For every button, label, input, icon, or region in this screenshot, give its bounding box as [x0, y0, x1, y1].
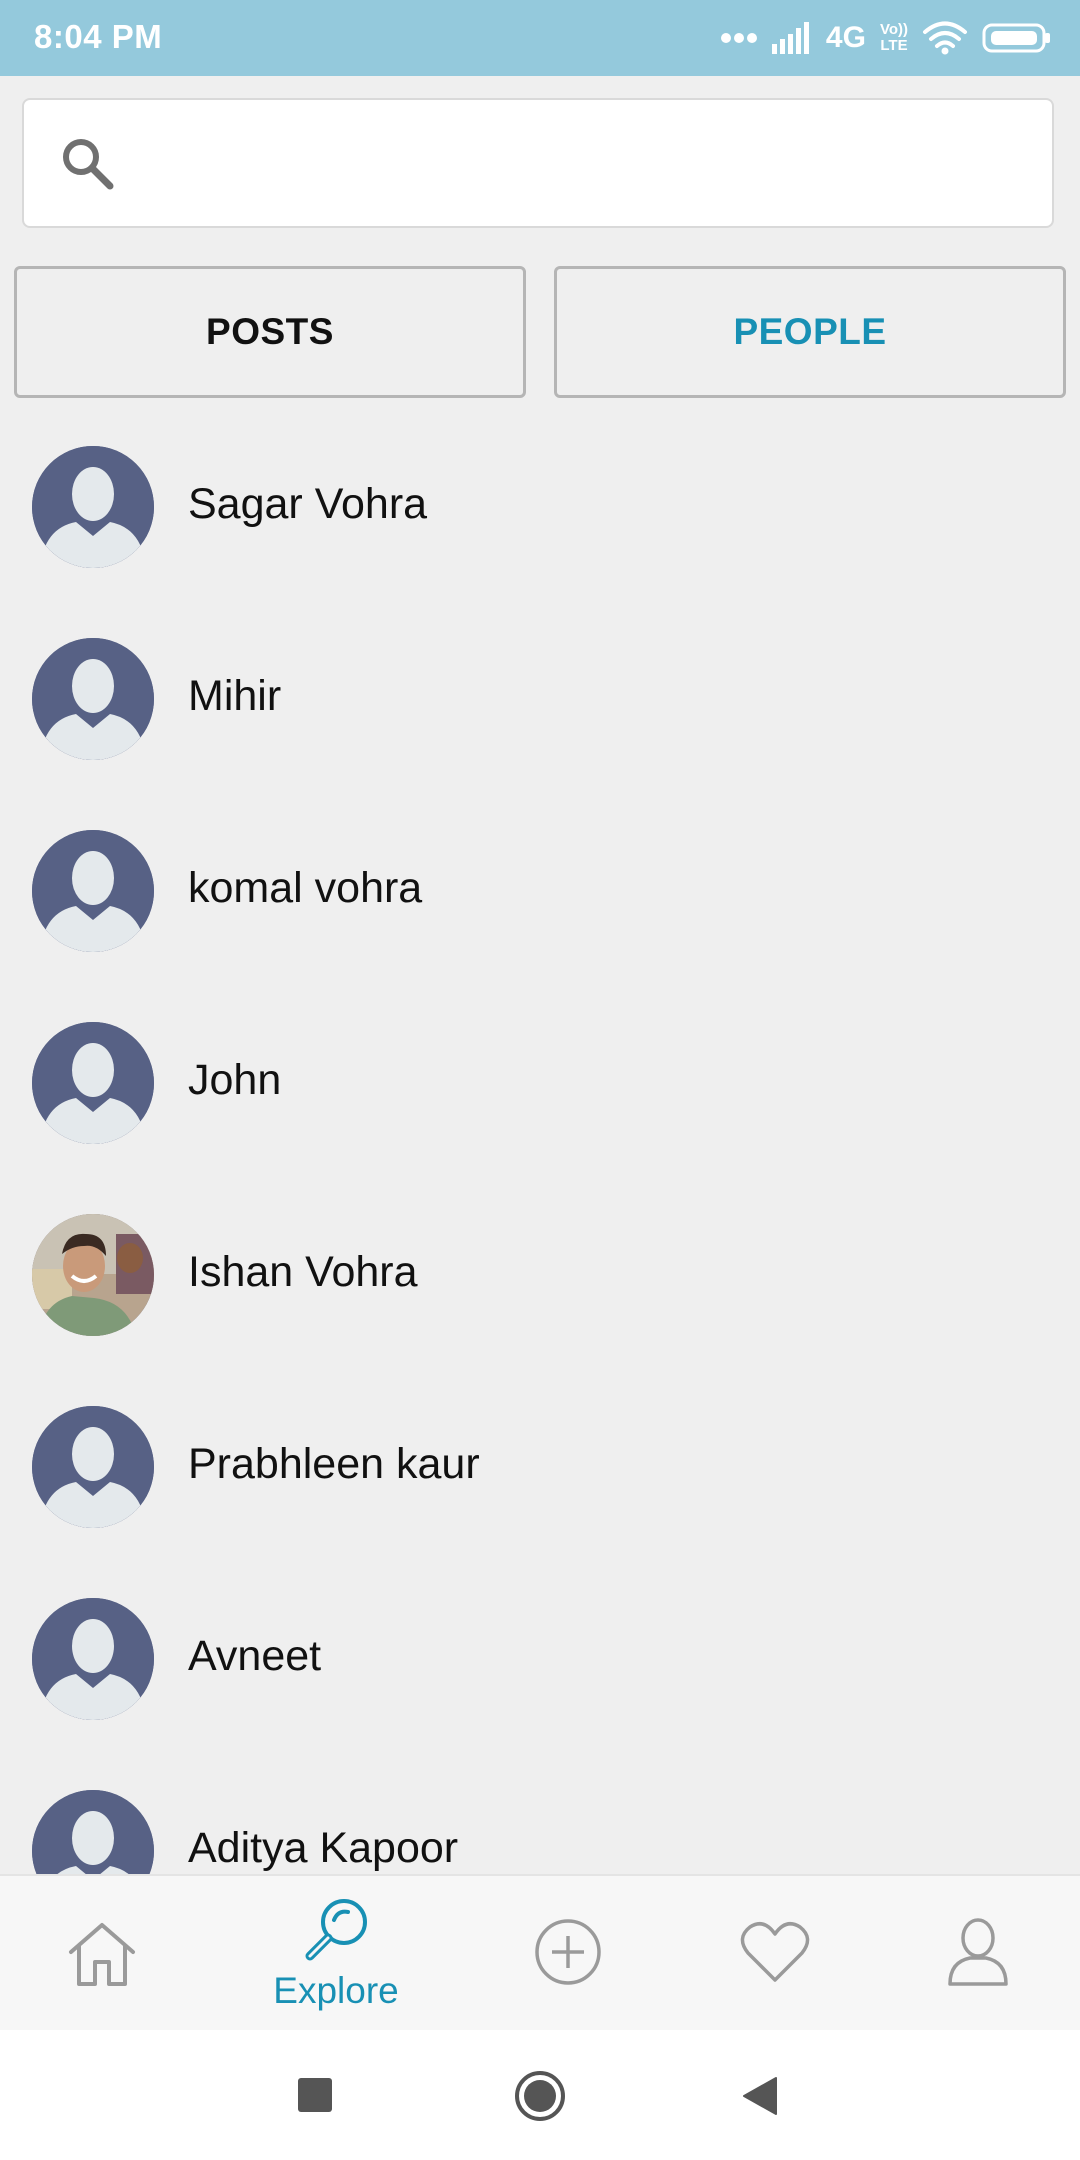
volte-line1: Vo)) [879, 21, 908, 38]
list-item[interactable]: Prabhleen kaur [0, 1376, 1080, 1568]
more-dots-icon [720, 32, 758, 44]
tab-people[interactable]: PEOPLE [554, 266, 1066, 398]
search-input[interactable] [144, 120, 1028, 210]
person-name: Aditya Kapoor [188, 1824, 459, 1872]
nav-add[interactable] [466, 1876, 670, 2030]
bottom-nav: Explore [0, 1874, 1080, 2030]
avatar[interactable] [32, 1598, 154, 1720]
explore-icon [305, 1899, 367, 1961]
person-name: Avneet [188, 1632, 322, 1680]
status-bar: 8:04 PM 4G Vo)) LTE [0, 0, 1080, 76]
status-icons: 4G Vo)) LTE [720, 16, 1052, 60]
avatar[interactable] [32, 1790, 154, 1874]
wifi-icon [922, 21, 968, 55]
avatar[interactable] [32, 1022, 154, 1144]
status-time: 8:04 PM [34, 18, 163, 55]
search-box[interactable] [22, 98, 1054, 228]
person-name: komal vohra [188, 864, 423, 912]
list-item[interactable]: Sagar Vohra [0, 416, 1080, 608]
avatar[interactable] [32, 638, 154, 760]
list-item[interactable]: komal vohra [0, 800, 1080, 992]
system-nav [0, 2030, 1080, 2160]
volte-icon: Vo)) LTE [880, 22, 908, 54]
nav-explore[interactable]: Explore [234, 1876, 438, 2030]
person-name: Sagar Vohra [188, 480, 428, 528]
avatar[interactable] [32, 1406, 154, 1528]
nav-favorites[interactable] [672, 1876, 876, 2030]
list-item[interactable]: John [0, 992, 1080, 1184]
avatar-photo[interactable] [32, 1214, 154, 1336]
volte-line2: LTE [880, 37, 908, 54]
avatar[interactable] [32, 830, 154, 952]
person-name: Ishan Vohra [188, 1248, 418, 1296]
person-name: Prabhleen kaur [188, 1440, 480, 1488]
home-circle-icon[interactable] [514, 2070, 566, 2122]
nav-explore-label: Explore [273, 1970, 399, 2011]
nav-home[interactable] [0, 1876, 204, 2030]
list-item[interactable]: Aditya Kapoor [0, 1760, 1080, 1874]
people-list: Sagar Vohra Mihir komal vohra John Ishan… [0, 416, 1080, 1874]
back-icon[interactable] [742, 2076, 778, 2116]
tab-posts[interactable]: POSTS [14, 266, 526, 398]
home-icon [69, 1923, 135, 1986]
recents-icon[interactable] [298, 2078, 332, 2112]
nav-profile[interactable] [876, 1876, 1080, 2030]
list-item[interactable]: Mihir [0, 608, 1080, 800]
heart-icon [740, 1922, 810, 1982]
person-name: John [188, 1056, 282, 1104]
list-item[interactable]: Avneet [0, 1568, 1080, 1760]
add-icon [535, 1919, 601, 1985]
list-item[interactable]: Ishan Vohra [0, 1184, 1080, 1376]
signal-icon [771, 22, 812, 54]
search-icon [60, 136, 116, 197]
battery-icon [982, 22, 1052, 54]
profile-icon [948, 1918, 1008, 1986]
person-name: Mihir [188, 672, 282, 720]
avatar[interactable] [32, 446, 154, 568]
network-label: 4G [825, 21, 866, 54]
